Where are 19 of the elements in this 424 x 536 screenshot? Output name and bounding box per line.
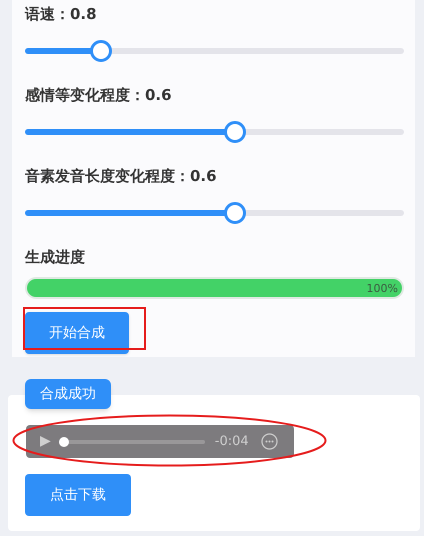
- play-button[interactable]: ▶: [40, 431, 51, 452]
- slider-thumb[interactable]: [224, 202, 246, 224]
- slider-thumb[interactable]: [90, 40, 112, 62]
- download-button[interactable]: 点击下载: [25, 474, 131, 516]
- time-remaining: -0:04: [214, 432, 249, 451]
- seek-thumb[interactable]: [58, 436, 69, 446]
- success-badge: 合成成功: [25, 379, 111, 409]
- progress-reading: 100%: [366, 281, 398, 297]
- start-button[interactable]: 开始合成: [25, 312, 129, 354]
- progress-label: 生成进度: [25, 247, 86, 268]
- slider-thumb[interactable]: [224, 121, 246, 143]
- slider-label: 感情等变化程度：0.6: [25, 85, 173, 106]
- slider-label: 音素发音长度变化程度：0.6: [25, 166, 218, 187]
- more-options-icon[interactable]: [260, 433, 278, 450]
- slider-track[interactable]: [25, 121, 404, 143]
- seek-slider[interactable]: [58, 436, 205, 446]
- slider-track[interactable]: [25, 202, 404, 224]
- slider-label: 语速：0.8: [25, 4, 98, 25]
- slider-track[interactable]: [25, 40, 404, 62]
